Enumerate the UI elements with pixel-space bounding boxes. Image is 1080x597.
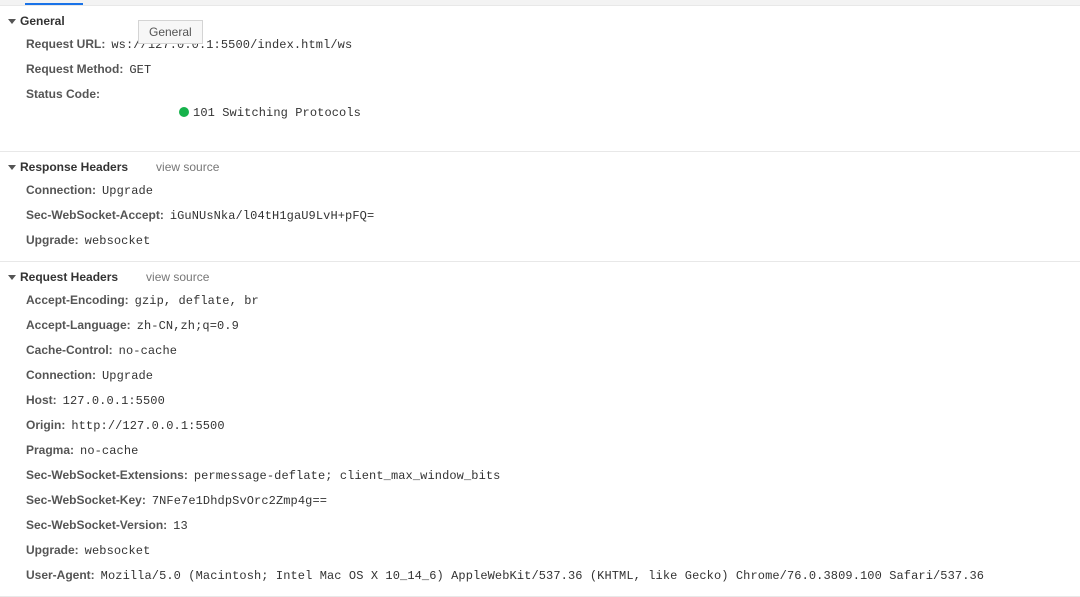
header-row: Sec-WebSocket-Extensions:permessage-defl… <box>0 463 1080 488</box>
status-code-text: 101 Switching Protocols <box>193 106 361 120</box>
caret-icon[interactable] <box>8 19 16 24</box>
header-value: zh-CN,zh;q=0.9 <box>131 317 239 335</box>
header-value: no-cache <box>74 442 138 460</box>
general-rows: Request URL: ws://127.0.0.1:5500/index.h… <box>0 30 1080 145</box>
header-label: Upgrade: <box>26 231 79 249</box>
section-title-request: Request Headers <box>20 270 118 284</box>
header-label: Sec-WebSocket-Accept: <box>26 206 164 224</box>
header-label: Origin: <box>26 416 65 434</box>
header-row: Origin:http://127.0.0.1:5500 <box>0 413 1080 438</box>
request-headers-rows: Accept-Encoding:gzip, deflate, brAccept-… <box>0 286 1080 590</box>
header-label: Cache-Control: <box>26 341 113 359</box>
section-title-response: Response Headers <box>20 160 128 174</box>
headers-panel: General General Request URL: ws://127.0.… <box>0 6 1080 597</box>
header-row: Sec-WebSocket-Version:13 <box>0 513 1080 538</box>
header-label: Connection: <box>26 181 96 199</box>
section-response-headers: Response Headers view source Connection:… <box>0 152 1080 262</box>
header-row: Accept-Language:zh-CN,zh;q=0.9 <box>0 313 1080 338</box>
response-headers-rows: Connection:UpgradeSec-WebSocket-Accept:i… <box>0 176 1080 255</box>
label-status-code: Status Code: <box>26 85 100 103</box>
header-row: Host:127.0.0.1:5500 <box>0 388 1080 413</box>
value-status-code: 101 Switching Protocols <box>100 86 361 140</box>
header-value: no-cache <box>113 342 177 360</box>
header-label: Upgrade: <box>26 541 79 559</box>
header-value: http://127.0.0.1:5500 <box>65 417 224 435</box>
header-label: User-Agent: <box>26 566 95 584</box>
header-row: Sec-WebSocket-Accept:iGuNUsNka/l04tH1gaU… <box>0 203 1080 228</box>
section-title-general: General <box>20 14 65 28</box>
value-request-method: GET <box>123 61 151 79</box>
header-row: Upgrade:websocket <box>0 538 1080 563</box>
header-row: Upgrade:websocket <box>0 228 1080 253</box>
header-row: User-Agent:Mozilla/5.0 (Macintosh; Intel… <box>0 563 1080 588</box>
header-value: permessage-deflate; client_max_window_bi… <box>188 467 501 485</box>
section-request-headers: Request Headers view source Accept-Encod… <box>0 262 1080 597</box>
header-value: 7NFe7e1DhdpSvOrc2Zmp4g== <box>146 492 327 510</box>
header-row: Connection:Upgrade <box>0 363 1080 388</box>
header-label: Connection: <box>26 366 96 384</box>
header-label: Host: <box>26 391 57 409</box>
status-dot-icon <box>179 107 189 117</box>
header-value: websocket <box>79 232 151 250</box>
caret-icon[interactable] <box>8 275 16 280</box>
row-status-code: Status Code: 101 Switching Protocols <box>0 82 1080 143</box>
header-row: Connection:Upgrade <box>0 178 1080 203</box>
header-label: Accept-Encoding: <box>26 291 129 309</box>
row-request-method: Request Method: GET <box>0 57 1080 82</box>
header-value: 13 <box>167 517 188 535</box>
section-header-response[interactable]: Response Headers view source <box>0 158 1080 176</box>
header-value: Upgrade <box>96 367 153 385</box>
header-row: Pragma:no-cache <box>0 438 1080 463</box>
label-request-url: Request URL: <box>26 35 105 53</box>
header-label: Sec-WebSocket-Extensions: <box>26 466 188 484</box>
tab-strip <box>0 0 1080 6</box>
view-source-response[interactable]: view source <box>156 160 219 174</box>
header-value: Upgrade <box>96 182 153 200</box>
header-value: 127.0.0.1:5500 <box>57 392 165 410</box>
header-value: iGuNUsNka/l04tH1gaU9LvH+pFQ= <box>164 207 374 225</box>
header-label: Sec-WebSocket-Version: <box>26 516 167 534</box>
header-label: Pragma: <box>26 441 74 459</box>
active-tab-underline <box>25 3 83 5</box>
header-value: Mozilla/5.0 (Macintosh; Intel Mac OS X 1… <box>95 567 984 585</box>
header-label: Sec-WebSocket-Key: <box>26 491 146 509</box>
view-source-request[interactable]: view source <box>146 270 209 284</box>
caret-icon[interactable] <box>8 165 16 170</box>
section-header-request[interactable]: Request Headers view source <box>0 268 1080 286</box>
label-request-method: Request Method: <box>26 60 123 78</box>
tooltip-general: General <box>138 20 203 44</box>
header-row: Cache-Control:no-cache <box>0 338 1080 363</box>
header-label: Accept-Language: <box>26 316 131 334</box>
header-row: Accept-Encoding:gzip, deflate, br <box>0 288 1080 313</box>
header-value: gzip, deflate, br <box>129 292 259 310</box>
header-value: websocket <box>79 542 151 560</box>
header-row: Sec-WebSocket-Key:7NFe7e1DhdpSvOrc2Zmp4g… <box>0 488 1080 513</box>
